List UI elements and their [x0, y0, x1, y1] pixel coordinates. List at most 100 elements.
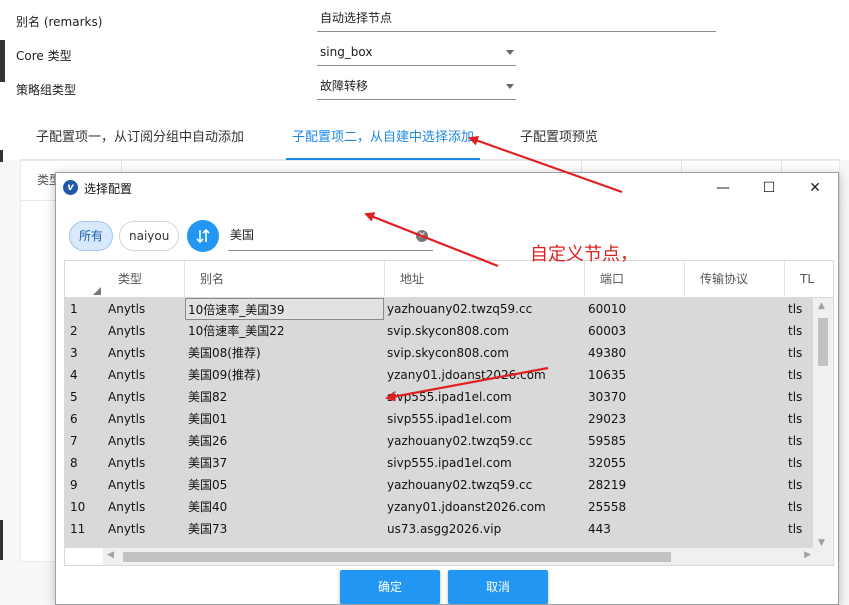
config-table-body: 1 Anytls 10倍速率_美国39 yazhouany02.twzq59.c…	[65, 298, 813, 548]
tls-cell: tls	[788, 324, 803, 338]
table-row[interactable]: 6 Anytls 美国01 sivp555.ipad1el.com 29023 …	[65, 408, 813, 430]
vertical-scrollbar[interactable]: ▲ ▼	[813, 298, 833, 551]
port-cell: 60003	[588, 324, 627, 338]
select-config-dialog: v 选择配置 — ☐ ✕ 所有 naiyou 美国 ✕ 类型 别名 地址 端口 …	[55, 172, 839, 605]
policy-group-type-value: 故障转移	[320, 79, 369, 93]
transport-cell	[688, 320, 783, 342]
address-cell: svip.skycon808.com	[387, 324, 509, 338]
maximize-button[interactable]: ☐	[746, 173, 792, 203]
port-cell: 32055	[588, 456, 627, 470]
type-cell: Anytls	[108, 456, 146, 470]
cancel-button[interactable]: 取消	[448, 570, 548, 604]
table-row-partial	[65, 540, 813, 548]
port-cell: 30370	[588, 390, 627, 404]
table-row[interactable]: 5 Anytls 美国82 sivp555.ipad1el.com 30370 …	[65, 386, 813, 408]
dialog-titlebar: v 选择配置 — ☐ ✕	[56, 173, 838, 203]
row-number: 9	[70, 478, 78, 492]
column-header-port[interactable]: 端口	[585, 261, 685, 298]
tls-cell: tls	[788, 346, 803, 360]
tls-cell: tls	[788, 500, 803, 514]
app-logo-icon: v	[63, 180, 78, 195]
port-cell: 10635	[588, 368, 627, 382]
table-row[interactable]: 7 Anytls 美国26 yazhouany02.twzq59.cc 5958…	[65, 430, 813, 452]
tls-cell: tls	[788, 522, 803, 536]
table-row[interactable]: 3 Anytls 美国08(推荐) svip.skycon808.com 493…	[65, 342, 813, 364]
address-cell: sivp555.ipad1el.com	[387, 412, 512, 426]
type-cell: Anytls	[108, 500, 146, 514]
table-row[interactable]: 8 Anytls 美国37 sivp555.ipad1el.com 32055 …	[65, 452, 813, 474]
port-cell: 29023	[588, 412, 627, 426]
row-number: 7	[70, 434, 78, 448]
table-row[interactable]: 9 Anytls 美国05 yazhouany02.twzq59.cc 2821…	[65, 474, 813, 496]
row-number: 3	[70, 346, 78, 360]
search-input[interactable]: 美国	[228, 221, 433, 251]
tls-cell: tls	[788, 434, 803, 448]
alias-cell[interactable]: 10倍速率_美国39	[185, 298, 384, 320]
alias-cell: 美国05	[188, 478, 228, 492]
row-number: 8	[70, 456, 78, 470]
port-cell: 25558	[588, 500, 627, 514]
transport-cell	[688, 518, 783, 540]
alias-cell: 美国08(推荐)	[188, 346, 261, 360]
remarks-input[interactable]: 自动选择节点	[317, 6, 716, 32]
core-type-select[interactable]: sing_box	[317, 40, 516, 66]
table-row[interactable]: 4 Anytls 美国09(推荐) yzany01.jdoanst2026.co…	[65, 364, 813, 386]
type-cell: Anytls	[108, 368, 146, 382]
port-cell: 443	[588, 522, 611, 536]
table-row[interactable]: 11 Anytls 美国73 us73.asgg2026.vip 443 tls	[65, 518, 813, 540]
row-number: 11	[70, 522, 86, 536]
table-row[interactable]: 10 Anytls 美国40 yzany01.jdoanst2026.com 2…	[65, 496, 813, 518]
window-edge	[0, 520, 3, 560]
row-number: 5	[70, 390, 78, 404]
minimize-button[interactable]: —	[700, 173, 746, 203]
alias-cell: 美国82	[188, 390, 228, 404]
alias-cell: 美国01	[188, 412, 228, 426]
horizontal-scroll-thumb[interactable]	[123, 552, 671, 562]
column-header-type[interactable]: 类型	[103, 261, 185, 298]
policy-group-type-select[interactable]: 故障转移	[317, 74, 516, 100]
row-number: 10	[70, 500, 86, 514]
type-cell: Anytls	[108, 522, 146, 536]
scroll-right-icon[interactable]: ▶	[804, 550, 811, 560]
scroll-left-icon[interactable]: ◀	[107, 550, 114, 560]
table-row[interactable]: 1 Anytls 10倍速率_美国39 yazhouany02.twzq59.c…	[65, 298, 813, 320]
column-header-address[interactable]: 地址	[385, 261, 585, 298]
config-table: 类型 别名 地址 端口 传输协议 TL 1 Anytls 10倍速率_美国39 …	[64, 260, 834, 566]
scroll-up-icon[interactable]: ▲	[818, 301, 825, 311]
row-number: 6	[70, 412, 78, 426]
sort-arrows-icon	[196, 228, 210, 244]
ok-button[interactable]: 确定	[340, 570, 440, 604]
sort-button[interactable]	[187, 220, 219, 252]
transport-cell	[688, 430, 783, 452]
filter-chip-all[interactable]: 所有	[69, 221, 114, 251]
column-header-alias[interactable]: 别名	[185, 261, 385, 298]
column-header-tls[interactable]: TL	[785, 261, 833, 298]
scroll-down-icon[interactable]: ▼	[818, 538, 825, 548]
transport-cell	[688, 408, 783, 430]
address-cell: yazhouany02.twzq59.cc	[387, 434, 533, 448]
port-cell: 28219	[588, 478, 627, 492]
row-number: 1	[70, 302, 78, 316]
address-cell: sivp555.ipad1el.com	[387, 390, 512, 404]
type-cell: Anytls	[108, 478, 146, 492]
filter-chip-naiyou[interactable]: naiyou	[119, 221, 180, 251]
select-all-corner[interactable]	[93, 287, 101, 295]
clear-icon[interactable]: ✕	[416, 230, 428, 242]
horizontal-scrollbar[interactable]: ◀ ▶	[103, 548, 833, 565]
tls-cell: tls	[788, 478, 803, 492]
address-cell: sivp555.ipad1el.com	[387, 456, 512, 470]
close-button[interactable]: ✕	[792, 173, 838, 203]
table-row[interactable]: 2 Anytls 10倍速率_美国22 svip.skycon808.com 6…	[65, 320, 813, 342]
chevron-down-icon	[506, 84, 514, 89]
type-cell: Anytls	[108, 346, 146, 360]
address-cell: yazhouany02.twzq59.cc	[387, 302, 533, 316]
tab-sub-config-2[interactable]: 子配置项二，从自建中选择添加	[286, 120, 481, 160]
alias-cell: 美国73	[188, 522, 228, 536]
tab-sub-config-preview[interactable]: 子配置项预览	[514, 120, 604, 160]
dialog-title: 选择配置	[84, 182, 133, 196]
tls-cell: tls	[788, 368, 803, 382]
vertical-scroll-thumb[interactable]	[818, 318, 828, 366]
row-number: 2	[70, 324, 78, 338]
tab-sub-config-1[interactable]: 子配置项一，从订阅分组中自动添加	[30, 120, 250, 160]
column-header-transport[interactable]: 传输协议	[685, 261, 785, 298]
